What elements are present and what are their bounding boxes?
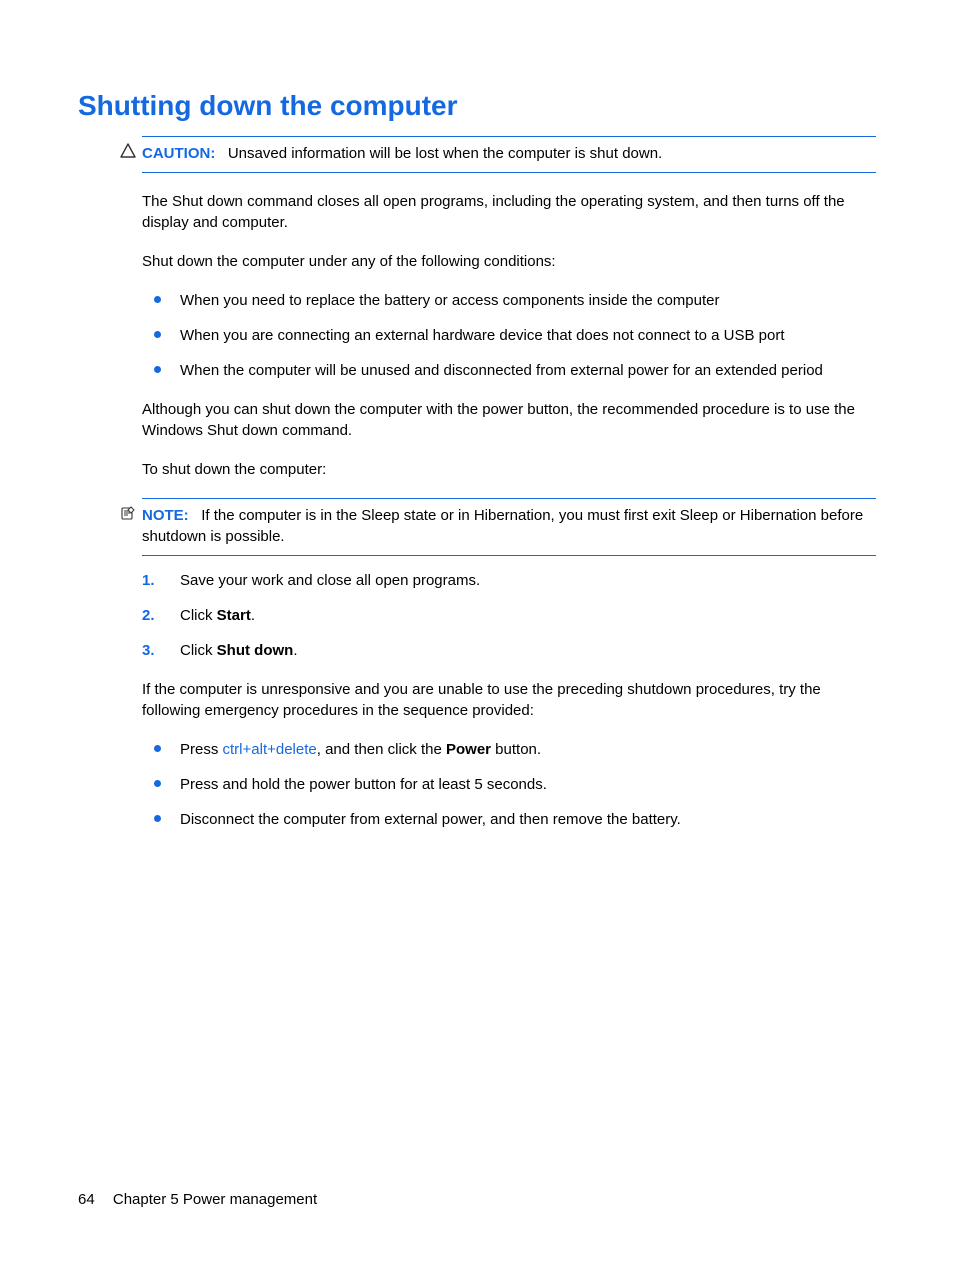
emergency-list: Press ctrl+alt+delete, and then click th… — [154, 739, 876, 830]
item-pre: Press and hold the power button for at l… — [180, 776, 547, 793]
body-content: CAUTION: Unsaved information will be los… — [142, 136, 876, 830]
list-item: When you need to replace the battery or … — [154, 290, 876, 311]
paragraph: If the computer is unresponsive and you … — [142, 679, 876, 721]
item-post: button. — [491, 741, 541, 758]
list-item: When the computer will be unused and dis… — [154, 360, 876, 381]
paragraph: Although you can shut down the computer … — [142, 399, 876, 441]
step-text: Click — [180, 642, 217, 659]
step-number: 1. — [142, 570, 155, 591]
list-item: 1. Save your work and close all open pro… — [142, 570, 876, 591]
paragraph: The Shut down command closes all open pr… — [142, 191, 876, 233]
caution-triangle-icon — [120, 143, 136, 159]
document-page: Shutting down the computer CAUTION: Unsa… — [0, 0, 954, 1270]
paragraph: Shut down the computer under any of the … — [142, 251, 876, 272]
note-text: If the computer is in the Sleep state or… — [142, 507, 863, 545]
step-number: 2. — [142, 605, 155, 626]
page-number: 64 — [78, 1191, 95, 1208]
list-item: 2. Click Start. — [142, 605, 876, 626]
list-item: Press ctrl+alt+delete, and then click th… — [154, 739, 876, 760]
list-item: When you are connecting an external hard… — [154, 325, 876, 346]
step-post: . — [251, 607, 255, 624]
item-pre: Press — [180, 741, 223, 758]
item-pre: Disconnect the computer from external po… — [180, 811, 681, 828]
step-bold: Start — [217, 607, 251, 624]
caution-callout: CAUTION: Unsaved information will be los… — [142, 136, 876, 173]
step-text: Save your work and close all open progra… — [180, 572, 480, 589]
steps-list: 1. Save your work and close all open pro… — [142, 570, 876, 661]
page-title: Shutting down the computer — [78, 90, 876, 122]
note-label: NOTE: — [142, 507, 189, 524]
conditions-list: When you need to replace the battery or … — [154, 290, 876, 381]
list-item: Press and hold the power button for at l… — [154, 774, 876, 795]
step-bold: Shut down — [217, 642, 294, 659]
note-pencil-icon — [120, 505, 136, 521]
chapter-label: Chapter 5 Power management — [113, 1191, 317, 1208]
item-bold: Power — [446, 741, 491, 758]
item-mid: , and then click the — [317, 741, 446, 758]
list-item: 3. Click Shut down. — [142, 640, 876, 661]
step-number: 3. — [142, 640, 155, 661]
page-footer: 64 Chapter 5 Power management — [78, 1191, 317, 1208]
note-callout: NOTE: If the computer is in the Sleep st… — [142, 498, 876, 556]
list-item: Disconnect the computer from external po… — [154, 809, 876, 830]
caution-label: CAUTION: — [142, 145, 215, 162]
paragraph: To shut down the computer: — [142, 459, 876, 480]
keystroke-text: ctrl+alt+delete — [223, 741, 317, 758]
step-post: . — [293, 642, 297, 659]
step-text: Click — [180, 607, 217, 624]
caution-text: Unsaved information will be lost when th… — [228, 145, 662, 162]
